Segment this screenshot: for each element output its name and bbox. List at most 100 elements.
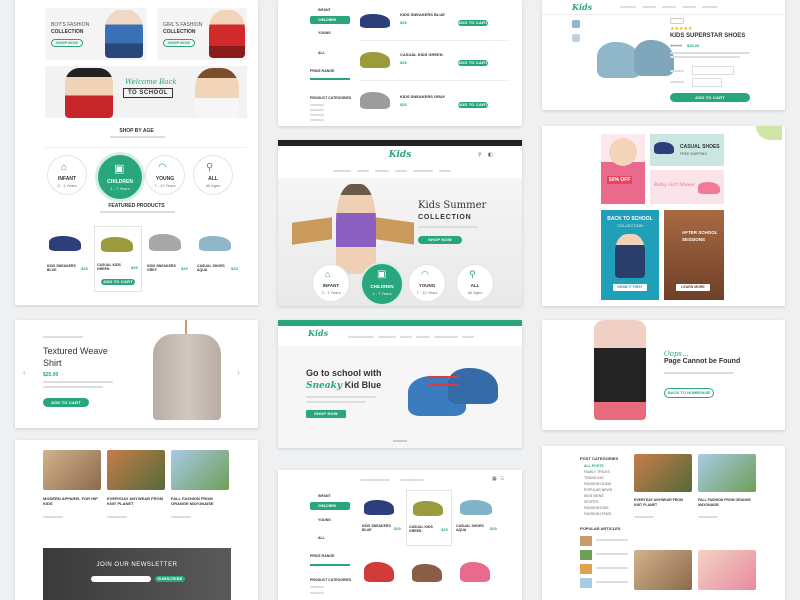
list-item[interactable]: CASUAL KIDS GREEN $25 ADD TO CART (360, 44, 510, 81)
thumbnail-1[interactable] (572, 20, 580, 28)
shoe-image-red[interactable] (364, 562, 394, 582)
add-to-cart-button[interactable]: ADD TO CART (458, 60, 488, 66)
back-to-school-banner[interactable]: BACK TO SCHOOL COLLECTION GRAB IT FIRST (601, 210, 659, 300)
age-infant[interactable]: ⌂ INFANT 0 - 1 Years (47, 155, 87, 195)
after-school-banner[interactable]: AFTER SCHOOL SESSIONS LEARN MORE (664, 210, 724, 300)
filter-children[interactable]: CHILDREN (310, 16, 350, 24)
shop-now-button[interactable]: SHOP NOW (418, 236, 462, 244)
popular-article-title[interactable] (596, 539, 628, 541)
nav-link[interactable] (462, 336, 474, 338)
add-to-cart-button[interactable]: ADD TO CART (458, 102, 488, 108)
filter-all[interactable]: ALL (318, 536, 325, 540)
filter-young[interactable]: YOUNG (318, 31, 331, 35)
category-item[interactable]: FASHION ITEMS (584, 512, 611, 516)
grid-view-icon[interactable]: ▦ (492, 476, 497, 482)
nav-link[interactable] (400, 336, 412, 338)
prev-arrow-icon[interactable]: ‹ (23, 368, 26, 377)
nav-link[interactable] (348, 336, 374, 338)
age-children[interactable]: ▣ CHILDREN 1 - 7 Years (95, 152, 145, 202)
nav-link[interactable] (702, 6, 718, 8)
popular-article-title[interactable] (596, 553, 628, 555)
nav-link[interactable] (439, 170, 451, 172)
add-to-cart-button[interactable]: ADD TO CART (43, 398, 89, 407)
slider-dots[interactable] (393, 440, 407, 442)
age-young[interactable]: ◠ YOUNG 7 - 12 Years (408, 264, 446, 302)
site-logo[interactable]: Kids (572, 2, 592, 12)
list-item[interactable]: KIDS SNEAKERS BLUE $25 ADD TO CART (360, 6, 510, 41)
add-to-cart-button[interactable]: ADD TO CART (458, 20, 488, 26)
girl-sale-banner[interactable]: 50% OFF (601, 134, 645, 204)
blog-post[interactable]: FALL FASHION FROM ORANGE MAYONAISE (698, 454, 758, 534)
quantity-stepper[interactable] (692, 78, 722, 87)
boys-fashion-banner[interactable]: BOY'S FASHION COLLECTION SHOP NOW (45, 8, 147, 60)
learn-more-button[interactable]: LEARN MORE (676, 284, 710, 291)
age-all[interactable]: ⚲ ALL All Ages (193, 155, 233, 195)
blog-post[interactable]: EVERYDAY ANYWEAR FROM KNIT PLANET (107, 450, 167, 550)
category-item[interactable]: ALL POSTS (584, 464, 604, 468)
shoe-image-pink[interactable] (460, 562, 490, 582)
nav-link[interactable] (395, 170, 407, 172)
girls-shop-button[interactable]: SHOP NOW (163, 39, 195, 47)
product-card-active[interactable]: CASUAL KIDS GREEN $25 (406, 490, 452, 546)
boys-shop-button[interactable]: SHOP NOW (51, 39, 83, 47)
category-item[interactable]: POPULAR NEWS (584, 488, 612, 492)
list-item[interactable]: KIDS SNEAKERS GRAY $25 ADD TO CART (360, 84, 510, 120)
product-card-active[interactable]: CASUAL KIDS GREEN $25 ADD TO CART (94, 226, 142, 292)
blog-post[interactable]: EVERYDAY ANYWEAR FROM KNIT PLANET (634, 454, 694, 534)
shoe-image-brown[interactable] (412, 564, 442, 582)
price-slider[interactable] (310, 564, 350, 566)
category-item[interactable]: FASHION GUIDE (584, 482, 611, 486)
product-card[interactable]: CASUAL SHOES AQUA $25 (195, 226, 241, 286)
casual-shoes-banner[interactable]: CASUAL SHOES FREE SHIPPING (650, 134, 724, 166)
baby-girl-shoes-banner[interactable]: Baby Girl Shoes (650, 170, 724, 204)
price-slider[interactable] (310, 78, 350, 80)
category-item[interactable]: TRAVELING (584, 476, 604, 480)
product-card[interactable]: KIDS SNEAKERS BLUE $25 (45, 226, 91, 286)
search-icon[interactable]: ⚲ (478, 152, 482, 158)
cart-icon[interactable]: ◧ (488, 152, 493, 158)
girls-fashion-banner[interactable]: GIRL'S FASHION COLLECTION SHOP NOW (157, 8, 247, 60)
nav-link[interactable] (662, 6, 676, 8)
popular-article-thumb[interactable] (580, 536, 592, 546)
nav-link[interactable] (682, 6, 696, 8)
category-item[interactable]: KIDS NEWS (584, 494, 604, 498)
back-to-school-banner[interactable]: Welcome Back TO SCHOOL (45, 66, 247, 118)
age-infant[interactable]: ⌂ INFANT 0 - 1 Years (312, 264, 350, 302)
nav-link[interactable] (620, 6, 636, 8)
popular-article-thumb[interactable] (580, 564, 592, 574)
popular-article-thumb[interactable] (580, 578, 592, 588)
show-dropdown[interactable] (400, 479, 424, 481)
nav-link[interactable] (416, 336, 430, 338)
age-children[interactable]: ▣ CHILDREN 1 - 7 Years (360, 262, 404, 306)
filter-young[interactable]: YOUNG (318, 518, 331, 522)
post-image-girl-smiling[interactable] (698, 550, 756, 590)
thumbnail-2[interactable] (572, 34, 580, 42)
nav-link[interactable] (378, 336, 396, 338)
age-young[interactable]: ◠ YOUNG 7 - 12 Years (145, 155, 185, 195)
site-logo[interactable]: Kids (308, 328, 328, 338)
back-to-homepage-button[interactable]: BACK TO HOMEPAGE (664, 388, 714, 398)
post-image-girl-bench[interactable] (634, 550, 692, 590)
category-item[interactable]: FAMILY TRICKS (584, 470, 610, 474)
sort-dropdown[interactable] (360, 479, 390, 481)
add-to-cart-button[interactable]: ADD TO CART (670, 93, 750, 102)
age-all[interactable]: ⚲ ALL All Ages (456, 264, 494, 302)
product-card[interactable]: CASUAL SHOES AQUA $25 (454, 492, 504, 542)
filter-infant[interactable]: INFANT (318, 8, 331, 12)
popular-article-title[interactable] (596, 567, 628, 569)
blog-post[interactable]: FALL FASHION FROM ORANGE MAYONAISE (171, 450, 231, 550)
product-card[interactable]: KIDS SNEAKERS GREY $25 (145, 226, 191, 286)
filter-all[interactable]: ALL (318, 51, 325, 55)
nav-link[interactable] (413, 170, 433, 172)
site-logo[interactable]: Kids (278, 150, 522, 160)
nav-link[interactable] (434, 336, 458, 338)
filter-infant[interactable]: INFANT (318, 494, 331, 498)
add-to-cart-button[interactable]: ADD TO CART (101, 279, 135, 285)
popular-article-thumb[interactable] (580, 550, 592, 560)
category-item[interactable]: SPORTS (584, 500, 598, 504)
subscribe-button[interactable]: SUBSCRIBE (155, 576, 185, 582)
product-card[interactable]: KIDS SNEAKERS BLUE $25 (360, 492, 404, 542)
nav-link[interactable] (357, 170, 369, 172)
popular-article-title[interactable] (596, 581, 628, 583)
filter-children[interactable]: CHILDREN (310, 502, 350, 510)
